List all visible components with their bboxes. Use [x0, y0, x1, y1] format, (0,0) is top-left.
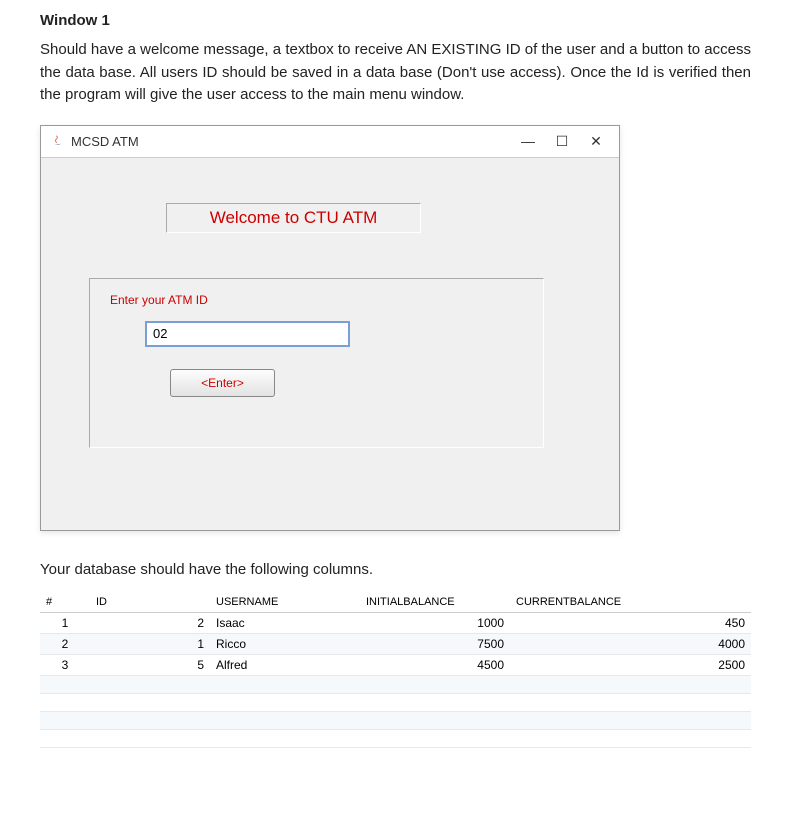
- table-cell[interactable]: [210, 711, 360, 729]
- table-cell[interactable]: 1: [90, 633, 210, 654]
- maximize-button[interactable]: ☐: [555, 133, 569, 150]
- table-cell[interactable]: Ricco: [210, 633, 360, 654]
- table-cell[interactable]: 3: [40, 654, 90, 675]
- input-value: 02: [153, 326, 167, 341]
- col-current: CURRENTBALANCE: [510, 592, 751, 613]
- table-row[interactable]: [40, 693, 751, 711]
- table-cell[interactable]: 1: [40, 612, 90, 633]
- welcome-panel: Welcome to CTU ATM: [166, 203, 421, 233]
- section-description: Should have a welcome message, a textbox…: [40, 39, 751, 107]
- window-title: MCSD ATM: [71, 134, 521, 149]
- table-row[interactable]: 35Alfred45002500: [40, 654, 751, 675]
- table-cell[interactable]: [90, 693, 210, 711]
- table-cell[interactable]: [510, 711, 751, 729]
- java-icon: [49, 133, 65, 149]
- input-panel: Enter your ATM ID 02 <Enter>: [89, 278, 544, 448]
- table-cell[interactable]: 2: [90, 612, 210, 633]
- atm-id-input[interactable]: 02: [145, 321, 350, 347]
- minimize-button[interactable]: —: [521, 133, 535, 149]
- enter-button[interactable]: <Enter>: [170, 369, 275, 397]
- table-cell[interactable]: [40, 675, 90, 693]
- table-row[interactable]: 21Ricco75004000: [40, 633, 751, 654]
- col-id: ID: [90, 592, 210, 613]
- col-hash: #: [40, 592, 90, 613]
- enter-button-label: <Enter>: [201, 376, 244, 390]
- table-cell[interactable]: [510, 729, 751, 747]
- database-table: # ID USERNAME INITIALBALANCE CURRENTBALA…: [40, 592, 751, 748]
- table-cell[interactable]: 7500: [360, 633, 510, 654]
- table-cell[interactable]: [210, 675, 360, 693]
- table-cell[interactable]: 1000: [360, 612, 510, 633]
- table-cell[interactable]: Alfred: [210, 654, 360, 675]
- table-row[interactable]: [40, 729, 751, 747]
- table-cell[interactable]: Isaac: [210, 612, 360, 633]
- table-cell[interactable]: 2: [40, 633, 90, 654]
- input-label: Enter your ATM ID: [110, 293, 523, 307]
- close-button[interactable]: ✕: [589, 133, 603, 150]
- col-initial: INITIALBALANCE: [360, 592, 510, 613]
- table-cell[interactable]: [360, 675, 510, 693]
- table-row[interactable]: [40, 675, 751, 693]
- table-cell[interactable]: [510, 693, 751, 711]
- table-cell[interactable]: 2500: [510, 654, 751, 675]
- table-cell[interactable]: 4500: [360, 654, 510, 675]
- titlebar: MCSD ATM — ☐ ✕: [41, 126, 619, 158]
- table-cell[interactable]: [210, 729, 360, 747]
- table-row[interactable]: [40, 711, 751, 729]
- col-username: USERNAME: [210, 592, 360, 613]
- database-description: Your database should have the following …: [40, 561, 751, 578]
- table-cell[interactable]: [40, 711, 90, 729]
- table-cell[interactable]: [90, 729, 210, 747]
- window-controls: — ☐ ✕: [521, 133, 611, 150]
- table-cell[interactable]: [210, 693, 360, 711]
- table-cell[interactable]: [360, 729, 510, 747]
- table-header-row: # ID USERNAME INITIALBALANCE CURRENTBALA…: [40, 592, 751, 613]
- table-cell[interactable]: 450: [510, 612, 751, 633]
- welcome-text: Welcome to CTU ATM: [210, 208, 378, 228]
- table-cell[interactable]: [40, 693, 90, 711]
- table-cell[interactable]: 5: [90, 654, 210, 675]
- window-body: Welcome to CTU ATM Enter your ATM ID 02 …: [41, 158, 619, 530]
- table-cell[interactable]: [90, 675, 210, 693]
- app-window: MCSD ATM — ☐ ✕ Welcome to CTU ATM Enter …: [40, 125, 620, 531]
- section-title: Window 1: [40, 12, 751, 29]
- table-cell[interactable]: [360, 711, 510, 729]
- table-cell[interactable]: [510, 675, 751, 693]
- table-cell[interactable]: [40, 729, 90, 747]
- table-cell[interactable]: [360, 693, 510, 711]
- table-row[interactable]: 12Isaac1000450: [40, 612, 751, 633]
- table-cell[interactable]: [90, 711, 210, 729]
- table-cell[interactable]: 4000: [510, 633, 751, 654]
